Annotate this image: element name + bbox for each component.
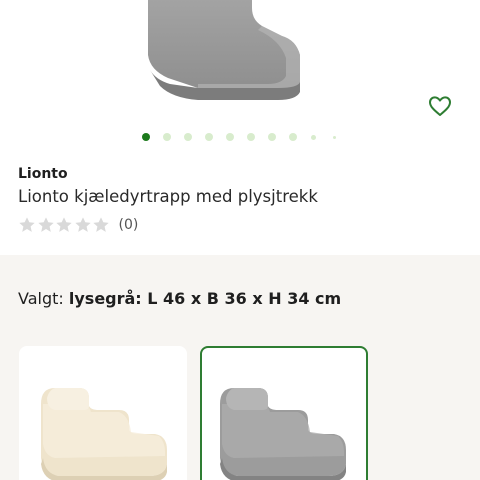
gallery-dot[interactable]: [247, 133, 255, 141]
gallery-dot[interactable]: [311, 134, 316, 140]
variant-option-lysegra[interactable]: [200, 346, 368, 480]
gallery-dot[interactable]: [289, 133, 297, 141]
gallery-dot[interactable]: [184, 133, 192, 141]
gallery-pagination: [0, 133, 480, 143]
gallery-dot[interactable]: [268, 133, 276, 141]
star-empty-icon: [74, 217, 91, 232]
product-image[interactable]: [0, 0, 480, 130]
gallery-dot[interactable]: [333, 135, 336, 139]
variant-thumbnail: [220, 388, 346, 480]
heart-outline-icon: [429, 96, 451, 116]
variant-option-beige[interactable]: [19, 346, 187, 480]
product-brand[interactable]: Lionto: [18, 166, 68, 182]
star-empty-icon: [19, 217, 35, 232]
gallery-dot[interactable]: [142, 133, 150, 141]
star-empty-icon: [56, 217, 72, 232]
selected-variant-label: Valgt:: [18, 289, 64, 308]
gallery-dot[interactable]: [205, 133, 213, 141]
product-rating[interactable]: (0): [18, 215, 138, 235]
product-title: Lionto kjæledyrtrapp med plysjtrekk: [18, 187, 318, 206]
star-empty-icon: [37, 217, 54, 232]
rating-count: (0): [118, 217, 139, 233]
product-image-gallery[interactable]: [0, 0, 480, 158]
variant-thumbnail: [41, 388, 167, 480]
selected-variant-value: lysegrå: L 46 x B 36 x H 34 cm: [68, 289, 342, 308]
favorite-button[interactable]: [424, 90, 456, 122]
star-empty-icon: [93, 217, 109, 232]
gallery-dot[interactable]: [163, 133, 171, 141]
gallery-dot[interactable]: [226, 133, 234, 141]
selected-variant-text: Valgt: lysegrå: L 46 x B 36 x H 34 cm: [18, 289, 341, 308]
